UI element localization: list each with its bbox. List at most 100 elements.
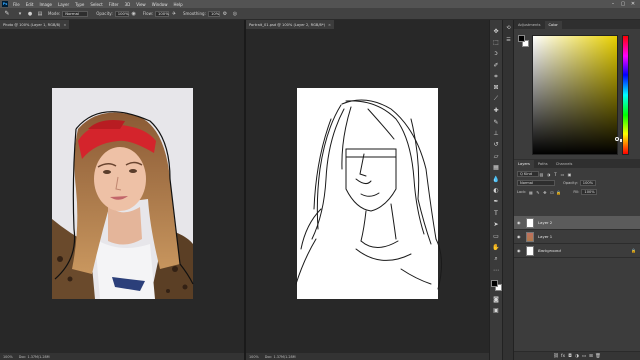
menu-edit[interactable]: Edit (26, 2, 34, 7)
frame-tool-icon[interactable]: ⊠ (491, 83, 501, 93)
color-swatches[interactable] (490, 279, 502, 292)
link-layers-icon[interactable]: ⛓ (553, 354, 560, 359)
pixel-filter-icon[interactable]: ▨ (539, 172, 544, 177)
layer-name[interactable]: Background (538, 248, 561, 253)
history-brush-tool-icon[interactable]: ↺ (491, 140, 501, 150)
sketch-canvas[interactable] (246, 29, 489, 353)
canvas-area[interactable] (246, 29, 489, 353)
tab-channels[interactable]: Channels (552, 160, 577, 168)
lock-position-icon[interactable]: ✥ (542, 190, 547, 195)
foreground-color-swatch[interactable] (518, 35, 525, 42)
lock-artboard-icon[interactable]: ⊡ (549, 190, 554, 195)
path-select-tool-icon[interactable]: ➤ (491, 220, 501, 230)
hand-tool-icon[interactable]: ✋ (491, 242, 501, 252)
menu-window[interactable]: Window (152, 2, 168, 7)
lock-transparent-icon[interactable]: ▦ (528, 190, 533, 195)
brush-icon[interactable]: ✎ (3, 10, 11, 18)
zoom-level[interactable]: 100% (249, 355, 259, 359)
zoom-level[interactable]: 100% (3, 355, 13, 359)
hue-slider[interactable] (622, 35, 629, 155)
gradient-tool-icon[interactable]: ▦ (491, 163, 501, 173)
color-field[interactable] (532, 35, 618, 155)
marquee-tool-icon[interactable]: ⬚ (491, 37, 501, 47)
opacity-field[interactable]: 100% (114, 10, 129, 17)
tab-layers[interactable]: Layers (514, 160, 534, 168)
type-filter-icon[interactable]: T (553, 172, 558, 177)
layer-name[interactable]: Layer 1 (538, 234, 552, 239)
new-group-icon[interactable]: ▭ (581, 354, 588, 359)
eraser-tool-icon[interactable]: ▱ (491, 151, 501, 161)
new-layer-icon[interactable]: ⊞ (588, 354, 595, 359)
brush-preset-icon[interactable]: ● (27, 11, 33, 17)
pen-tool-icon[interactable]: ✒ (491, 197, 501, 207)
type-tool-icon[interactable]: T (491, 208, 501, 218)
hue-slider-handle[interactable] (620, 139, 622, 142)
pressure-opacity-icon[interactable]: ◉ (131, 11, 137, 17)
quick-mask-icon[interactable]: ◙ (491, 295, 501, 305)
menu-file[interactable]: File (13, 2, 20, 7)
smart-object-filter-icon[interactable]: ▣ (567, 172, 572, 177)
clone-stamp-tool-icon[interactable]: ⊥ (491, 129, 501, 139)
layer-style-icon[interactable]: fx (560, 354, 567, 359)
minimize-button[interactable]: – (608, 1, 618, 7)
close-icon[interactable]: × (328, 23, 331, 27)
layer-name[interactable]: Layer 2 (538, 220, 552, 225)
document-tab-photo[interactable]: Photo @ 100% (Layer 1, RGB/8) × (0, 20, 70, 29)
gear-icon[interactable]: ⚙ (222, 11, 228, 17)
menu-filter[interactable]: Filter (109, 2, 119, 7)
close-button[interactable]: ✕ (628, 1, 638, 7)
lasso-tool-icon[interactable]: ↄ (491, 49, 501, 59)
menu-select[interactable]: Select (90, 2, 102, 7)
photo-canvas[interactable] (0, 29, 244, 353)
airbrush-icon[interactable]: ✈ (171, 11, 177, 17)
restore-button[interactable]: ▢ (618, 1, 628, 7)
canvas-area[interactable] (0, 29, 244, 353)
flow-field[interactable]: 100% (154, 10, 169, 17)
tab-adjustments[interactable]: Adjustments (514, 21, 545, 29)
adjustment-filter-icon[interactable]: ◑ (546, 172, 551, 177)
color-panel-swatches[interactable] (518, 35, 530, 49)
color-field-marker[interactable] (615, 137, 619, 141)
lock-all-icon[interactable]: 🔒 (556, 190, 561, 195)
trash-icon[interactable]: 🗑 (595, 354, 602, 359)
tab-paths[interactable]: Paths (534, 160, 552, 168)
shape-filter-icon[interactable]: ▭ (560, 172, 565, 177)
move-tool-icon[interactable]: ✥ (491, 26, 501, 36)
tab-color[interactable]: Color (544, 21, 562, 29)
zoom-tool-icon[interactable]: ⌕ (491, 254, 501, 264)
adjustment-layer-icon[interactable]: ◑ (574, 354, 581, 359)
screen-mode-icon[interactable]: ▣ (491, 306, 501, 316)
fill-field[interactable]: 100% (581, 189, 598, 195)
quick-select-tool-icon[interactable]: ✐ (491, 60, 501, 70)
layer-row[interactable]: ◉ Layer 2 (514, 216, 640, 230)
add-mask-icon[interactable]: ◘ (567, 354, 574, 359)
crop-tool-icon[interactable]: ⌗ (491, 72, 501, 82)
layer-opacity-field[interactable]: 100% (579, 180, 596, 186)
history-panel-icon[interactable]: ⟲ (504, 23, 513, 32)
blend-mode-select[interactable]: Normal (517, 180, 555, 186)
chevron-down-icon[interactable]: ▾ (17, 11, 23, 17)
properties-panel-icon[interactable]: ☰ (504, 35, 513, 44)
eyedropper-tool-icon[interactable]: ⟋ (491, 94, 501, 104)
menu-view[interactable]: View (136, 2, 146, 7)
visibility-eye-icon[interactable]: ◉ (517, 220, 523, 225)
document-tab-sketch[interactable]: Portrait_01.psd @ 100% (Layer 2, RGB/8*)… (246, 20, 335, 29)
blur-tool-icon[interactable]: 💧 (491, 174, 501, 184)
visibility-eye-icon[interactable]: ◉ (517, 248, 523, 253)
healing-brush-tool-icon[interactable]: ✚ (491, 106, 501, 116)
layer-kind-filter[interactable]: Q Kind (517, 171, 539, 177)
menu-3d[interactable]: 3D (125, 2, 131, 7)
close-icon[interactable]: × (63, 23, 66, 27)
layer-row[interactable]: ◉ Layer 1 (514, 230, 640, 244)
pressure-size-icon[interactable]: ◎ (232, 11, 238, 17)
menu-image[interactable]: Image (39, 2, 52, 7)
dodge-tool-icon[interactable]: ◐ (491, 185, 501, 195)
lock-pixels-icon[interactable]: ✎ (535, 190, 540, 195)
brush-tool-icon[interactable]: ✎ (491, 117, 501, 127)
menu-type[interactable]: Type (75, 2, 84, 7)
smoothing-field[interactable]: 10% (207, 10, 220, 17)
menu-help[interactable]: Help (173, 2, 182, 7)
visibility-eye-icon[interactable]: ◉ (517, 234, 523, 239)
menu-layer[interactable]: Layer (58, 2, 69, 7)
mode-select[interactable]: Normal (62, 10, 89, 17)
